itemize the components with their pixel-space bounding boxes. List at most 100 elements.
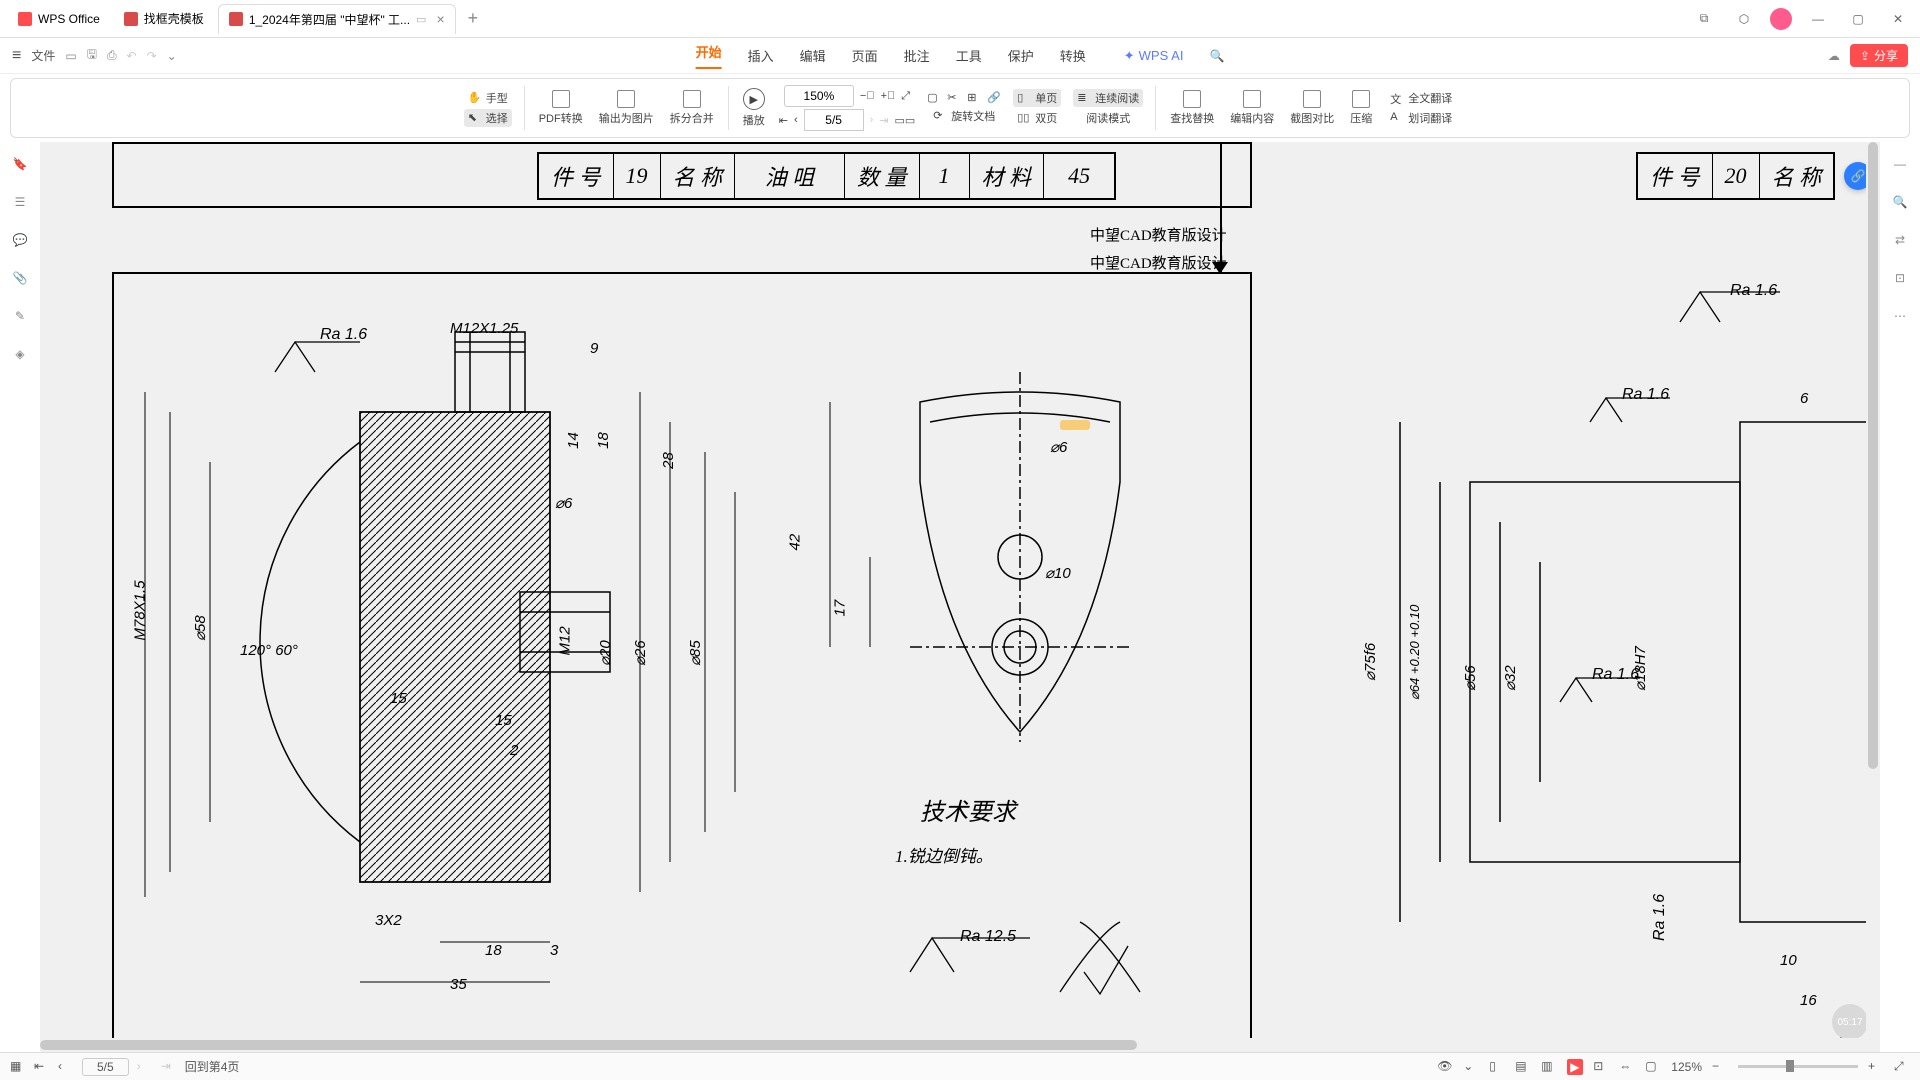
save-icon[interactable]: 🖫 xyxy=(87,45,97,66)
outline-icon[interactable]: ☰ xyxy=(10,192,30,212)
search-menu-icon[interactable]: 🔍 xyxy=(1209,49,1224,63)
search-side-icon[interactable]: 🔍 xyxy=(1890,192,1910,212)
rotate-button[interactable]: ⟳旋转文档 xyxy=(929,107,999,125)
prev-page-icon[interactable]: ‹ xyxy=(794,114,798,126)
minimize-icon[interactable]: — xyxy=(1804,5,1832,33)
zoom-out-icon[interactable]: −⃝ xyxy=(860,90,875,102)
tab-tools[interactable]: 工具 xyxy=(956,46,982,65)
scroll-thumb-v[interactable] xyxy=(1868,142,1878,769)
export-image-button[interactable]: 输出为图片 xyxy=(593,88,660,128)
zoom-in-sb-icon[interactable]: + xyxy=(1868,1059,1884,1075)
edit-content-button[interactable]: 编辑内容 xyxy=(1224,88,1280,128)
fullscreen-icon[interactable]: ⤢ xyxy=(1894,1059,1910,1075)
select-tool[interactable]: ⬉选择 xyxy=(464,109,512,127)
redo-icon[interactable]: ↷ xyxy=(147,49,157,63)
tab-protect[interactable]: 保护 xyxy=(1008,46,1034,65)
zoom-thumb[interactable] xyxy=(1786,1060,1794,1072)
double-page-button[interactable]: ▯▯双页 xyxy=(1013,109,1061,127)
maximize-icon[interactable]: ▢ xyxy=(1844,5,1872,33)
single-page-button[interactable]: ▯单页 xyxy=(1013,89,1061,107)
eye-icon[interactable]: 👁 xyxy=(1437,1059,1453,1075)
tab-start[interactable]: 开始 xyxy=(696,42,722,69)
scroll-thumb-h[interactable] xyxy=(40,1040,1137,1050)
fit-width-icon[interactable]: ⤢ xyxy=(901,90,910,103)
open-icon[interactable]: ▭ xyxy=(65,49,76,63)
split-merge-button[interactable]: 拆分合并 xyxy=(664,88,720,128)
book-view-icon[interactable]: ▭▭ xyxy=(895,114,916,127)
pdf-convert-button[interactable]: PDF转换 xyxy=(533,88,589,128)
tab-page[interactable]: 页面 xyxy=(852,46,878,65)
ruler-icon[interactable]: ⊞ xyxy=(967,91,981,105)
view-double-icon[interactable]: ▥ xyxy=(1541,1059,1557,1075)
transfer-icon[interactable]: ⇄ xyxy=(1890,230,1910,250)
sb-prev-icon[interactable]: ‹ xyxy=(58,1059,74,1075)
sb-dropdown-icon[interactable]: ⌄ xyxy=(1463,1059,1479,1075)
find-replace-button[interactable]: 查找替换 xyxy=(1164,88,1220,128)
crop-icon[interactable]: ✂ xyxy=(947,91,961,105)
zoom-out-sb-icon[interactable]: − xyxy=(1712,1059,1728,1075)
thumbnail-icon[interactable]: ▦ xyxy=(10,1059,26,1075)
fit-screen-icon[interactable]: ⊡ xyxy=(1593,1059,1609,1075)
read-mode-button[interactable]: 阅读模式 xyxy=(1082,109,1134,127)
tab-insert[interactable]: 插入 xyxy=(748,46,774,65)
compress-button[interactable]: 压缩 xyxy=(1344,88,1378,128)
first-page-icon[interactable]: ⇤ xyxy=(779,114,788,127)
sb-next-icon[interactable]: › xyxy=(137,1059,153,1075)
actual-size-icon[interactable]: ▢ xyxy=(1645,1059,1661,1075)
hamburger-icon[interactable]: ≡ xyxy=(12,47,21,65)
view-continuous-icon[interactable]: ▤ xyxy=(1515,1059,1531,1075)
tab-template[interactable]: 找框壳模板 xyxy=(114,4,214,34)
layers-icon[interactable]: ◈ xyxy=(10,344,30,364)
close-tab-icon[interactable]: × xyxy=(436,11,444,27)
package-icon[interactable]: ⬡ xyxy=(1730,5,1758,33)
sb-last-icon[interactable]: ⇥ xyxy=(161,1059,177,1075)
add-tab-button[interactable]: + xyxy=(460,8,487,29)
view-single-icon[interactable]: ▯ xyxy=(1489,1059,1505,1075)
next-page-icon[interactable]: › xyxy=(870,114,874,126)
last-page-icon[interactable]: ⇥ xyxy=(879,114,888,127)
compare-button[interactable]: 截图对比 xyxy=(1284,88,1340,128)
link-icon[interactable]: 🔗 xyxy=(987,91,1001,105)
page-input[interactable] xyxy=(804,109,864,131)
signature-icon[interactable]: ✎ xyxy=(10,306,30,326)
fit-icon[interactable]: ⊡ xyxy=(1890,268,1910,288)
tab-comment[interactable]: 批注 xyxy=(904,46,930,65)
continuous-button[interactable]: ≣连续阅读 xyxy=(1073,89,1143,107)
bookmark-icon[interactable]: 🔖 xyxy=(10,154,30,174)
tab-current-doc[interactable]: 1_2024年第四届 "中望杯" 工... ▭ × xyxy=(218,4,456,34)
cloud-icon[interactable]: ☁ xyxy=(1828,49,1840,63)
view-play-icon[interactable]: ▶ xyxy=(1567,1059,1583,1075)
collapse-icon[interactable]: — xyxy=(1890,154,1910,174)
sb-first-icon[interactable]: ⇤ xyxy=(34,1059,50,1075)
tab-convert[interactable]: 转换 xyxy=(1060,46,1086,65)
sb-page-indicator[interactable]: 5/5 xyxy=(82,1058,129,1076)
play-button[interactable]: ▶播放 xyxy=(737,86,771,130)
zoom-input[interactable] xyxy=(784,85,854,107)
user-avatar[interactable] xyxy=(1770,8,1792,30)
window-copy-icon[interactable]: ⧉ xyxy=(1690,5,1718,33)
share-button[interactable]: ⇪ 分享 xyxy=(1850,44,1908,67)
comment-icon[interactable]: 💬 xyxy=(10,230,30,250)
tab-wps-office[interactable]: WPS Office xyxy=(8,4,110,34)
close-window-icon[interactable]: ✕ xyxy=(1884,5,1912,33)
tab-edit[interactable]: 编辑 xyxy=(800,46,826,65)
more-icon[interactable]: ⋯ xyxy=(1890,306,1910,326)
hand-tool[interactable]: ✋手型 xyxy=(464,89,512,107)
tab-menu-icon[interactable]: ▭ xyxy=(416,13,426,26)
file-menu[interactable]: 文件 xyxy=(31,47,55,64)
word-translate-button[interactable]: A划词翻译 xyxy=(1386,109,1456,127)
quick-dropdown-icon[interactable]: ⌄ xyxy=(167,49,177,63)
print-icon[interactable]: ⎙ xyxy=(107,48,117,63)
zoom-slider[interactable] xyxy=(1738,1065,1858,1068)
time-badge[interactable]: 05:17 xyxy=(1832,1004,1868,1040)
back-page-link[interactable]: 回到第4页 xyxy=(185,1058,240,1075)
attachment-icon[interactable]: 📎 xyxy=(10,268,30,288)
undo-icon[interactable]: ↶ xyxy=(127,49,137,63)
vertical-scrollbar[interactable] xyxy=(1866,142,1880,1038)
fit-page-icon[interactable]: ▢ xyxy=(927,91,941,105)
wps-ai-button[interactable]: ✦ WPS AI xyxy=(1124,48,1184,64)
horizontal-scrollbar[interactable] xyxy=(40,1038,1868,1052)
full-translate-button[interactable]: 文全文翻译 xyxy=(1386,89,1456,107)
zoom-in-icon[interactable]: +⃝ xyxy=(881,90,896,102)
document-viewport[interactable]: 件 号 19 名 称 油 咀 数 量 1 材 料 45 件 号 20 名 称 中… xyxy=(40,142,1880,1052)
